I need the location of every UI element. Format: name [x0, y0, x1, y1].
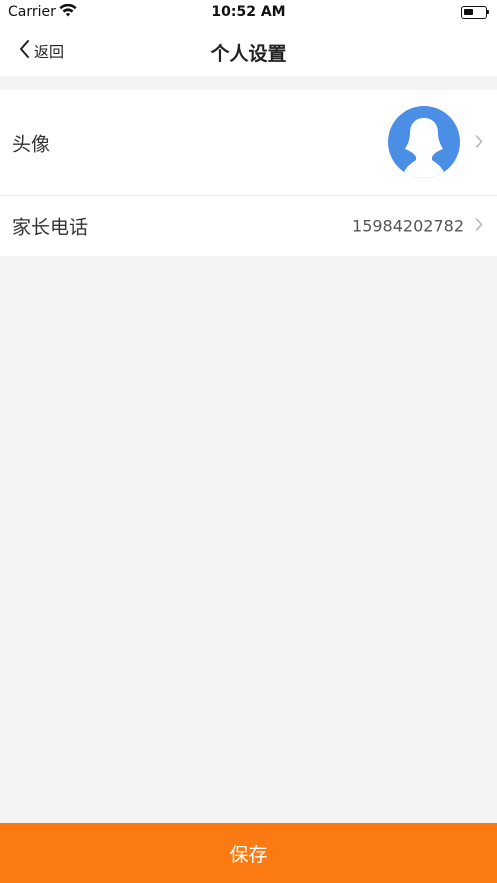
parent-phone-label: 家长电话 [12, 216, 89, 239]
avatar-row-label: 头像 [12, 133, 51, 155]
parent-phone-row[interactable]: 家长电话 15984202782 [0, 196, 497, 256]
settings-list: 头像 家长电话 15984202782 [0, 90, 497, 256]
chevron-right-icon [475, 133, 483, 152]
parent-phone-value: 15984202782 [352, 216, 464, 236]
save-button[interactable]: 保存 [0, 823, 497, 883]
battery-icon [461, 6, 489, 19]
avatar-placeholder-icon[interactable] [388, 106, 460, 178]
nav-bar: 返回 个人设置 [0, 26, 497, 76]
screen: Carrier 10:52 AM 返回 个人设置 头像 家长电话 1598420… [0, 0, 497, 883]
status-bar: Carrier 10:52 AM [0, 0, 497, 26]
page-title: 个人设置 [210, 43, 287, 65]
battery-fill [464, 9, 473, 15]
status-time: 10:52 AM [211, 4, 286, 20]
chevron-right-icon [475, 217, 483, 236]
battery-tip [487, 10, 489, 14]
avatar-row[interactable]: 头像 [0, 90, 497, 196]
